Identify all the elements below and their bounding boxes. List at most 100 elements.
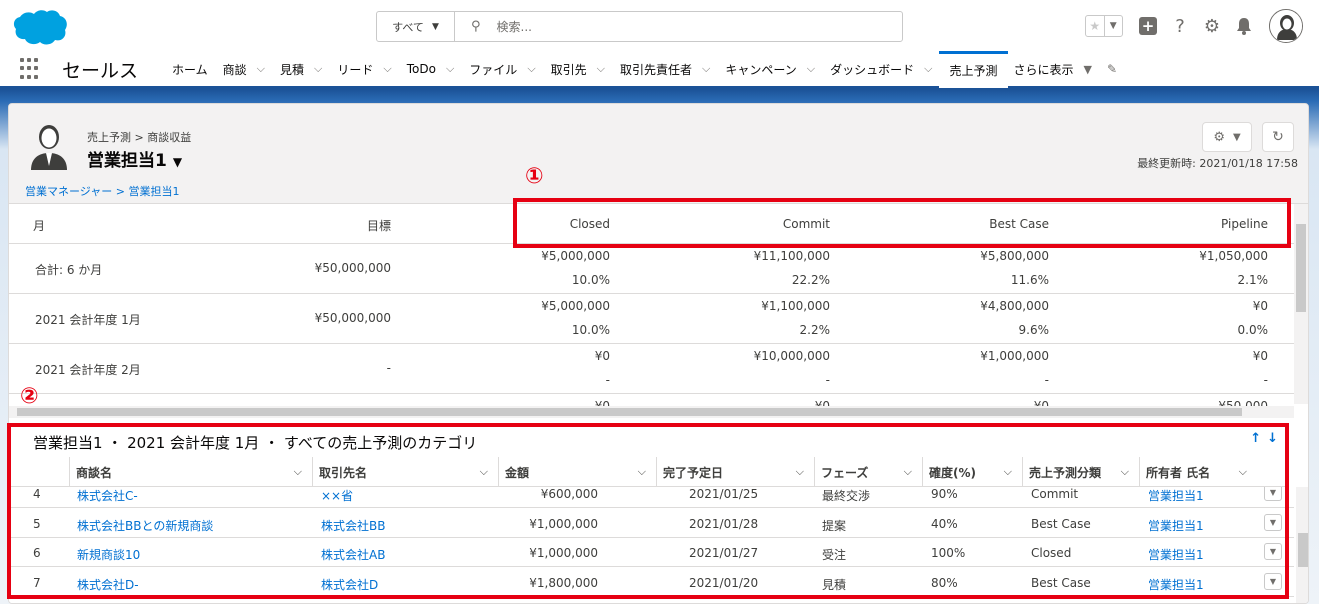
col-pipeline[interactable]: Pipeline: [1221, 217, 1268, 231]
row-best-case[interactable]: ¥1,000,000 -: [980, 344, 1049, 392]
table-row[interactable]: 6 新規商談10 株式会社AB ¥1,000,000 2021/01/27 受注 100% C…: [9, 538, 1294, 567]
col-amount[interactable]: 金額 ⌵: [498, 457, 656, 487]
forecast-row[interactable]: 2021 会計年度 1月 ¥50,000,000 ¥5,000,000 10.0% ¥1…: [9, 294, 1294, 344]
app-launcher-icon[interactable]: [20, 58, 42, 80]
chevron-down-icon[interactable]: ▼: [1103, 16, 1123, 36]
chevron-down-icon[interactable]: ⌵: [1121, 465, 1129, 479]
nav-item-4[interactable]: ToDo ⌵: [407, 52, 455, 86]
row-pipeline[interactable]: ¥0 0.0%: [1238, 294, 1269, 342]
nav-item-forecast[interactable]: 売上予測: [939, 50, 1008, 88]
chevron-down-icon[interactable]: ⌵: [807, 62, 815, 76]
row-actions-button[interactable]: ▼: [1264, 513, 1282, 531]
row-commit[interactable]: ¥10,000,000 -: [754, 344, 830, 392]
row-actions-button[interactable]: ▼: [1264, 543, 1282, 560]
nav-item-8[interactable]: キャンペーン ⌵: [725, 52, 815, 86]
col-close-date[interactable]: 完了予定日 ⌵: [656, 457, 814, 487]
opportunity-link[interactable]: 株式会社C-: [77, 487, 138, 504]
col-account-name[interactable]: 取引先名 ⌵: [312, 457, 498, 487]
chevron-down-icon[interactable]: ⌵: [638, 465, 646, 479]
chevron-down-icon[interactable]: ⌵: [1004, 465, 1012, 479]
owner-link[interactable]: 営業担当1: [1148, 487, 1204, 504]
row-actions-button[interactable]: ▼: [1264, 487, 1282, 501]
col-phase[interactable]: フェーズ ⌵: [814, 457, 922, 487]
col-closed[interactable]: Closed: [570, 217, 610, 231]
opportunity-link[interactable]: 株式会社BBとの新規商談: [77, 517, 213, 534]
detail-vertical-scrollbar[interactable]: [1296, 487, 1308, 603]
row-commit[interactable]: ¥1,100,000 2.2%: [761, 294, 830, 342]
refresh-button[interactable]: ↻: [1262, 122, 1294, 152]
col-owner-name[interactable]: 所有者 氏名 ⌵: [1139, 457, 1257, 487]
search-input[interactable]: ⚲ 検索...: [455, 12, 902, 41]
nav-item-2[interactable]: 見積 ⌵: [280, 52, 322, 86]
chevron-down-icon[interactable]: ⌵: [702, 62, 710, 76]
forecast-row[interactable]: 2021 会計年度 2月 - ¥0- ¥10,000,000- ¥1,000,000- ¥…: [9, 344, 1294, 394]
forecast-row[interactable]: 合計: 6 か月 ¥50,000,000 ¥5,000,000 10.0% ¥11,10…: [9, 244, 1294, 294]
chevron-down-icon[interactable]: ⌵: [446, 62, 454, 76]
nav-item-3[interactable]: リード ⌵: [337, 52, 391, 86]
chevron-down-icon[interactable]: ⌵: [314, 62, 322, 76]
opportunity-link[interactable]: 株式会社D-: [77, 576, 139, 593]
search-scope-select[interactable]: すべて ▼: [377, 12, 455, 41]
nav-item-1[interactable]: 商談 ⌵: [223, 52, 265, 86]
account-link[interactable]: 株式会社AB: [321, 546, 385, 563]
star-icon[interactable]: ★: [1086, 16, 1104, 36]
nav-item-7[interactable]: 取引先責任者 ⌵: [620, 52, 710, 86]
chevron-down-icon[interactable]: ⌵: [383, 62, 391, 76]
row-closed[interactable]: ¥5,000,000 10.0%: [541, 294, 610, 342]
owner-link[interactable]: 営業担当1: [1148, 517, 1204, 534]
nav-item-5[interactable]: ファイル ⌵: [469, 52, 535, 86]
col-forecast-category[interactable]: 売上予測分類 ⌵: [1022, 457, 1139, 487]
forecast-horizontal-scrollbar[interactable]: [9, 406, 1294, 418]
chevron-down-icon[interactable]: ⌵: [904, 465, 912, 479]
gear-icon[interactable]: ⚙: [1201, 15, 1223, 37]
col-probability[interactable]: 確度(%) ⌵: [922, 457, 1022, 487]
forecast-vertical-scrollbar[interactable]: [1294, 204, 1308, 404]
col-opportunity-name[interactable]: 商談名 ⌵: [69, 457, 312, 487]
row-pipeline[interactable]: ¥1,050,000 2.1%: [1199, 244, 1268, 292]
row-pipeline[interactable]: ¥0 -: [1253, 344, 1268, 392]
chevron-down-icon[interactable]: ▼: [173, 155, 182, 169]
table-row[interactable]: 4 株式会社C- ××省 ¥600,000 2021/01/25 最終交渉 90% Commi…: [9, 487, 1294, 508]
breadcrumb[interactable]: 営業マネージャー > 営業担当1: [25, 183, 179, 199]
row-best-case[interactable]: ¥5,800,000 11.6%: [980, 244, 1049, 292]
row-actions-button[interactable]: ▼: [1264, 572, 1282, 590]
chevron-down-icon[interactable]: ⌵: [527, 62, 535, 76]
row-closed[interactable]: ¥5,000,000 10.0%: [541, 244, 610, 292]
col-best-case[interactable]: Best Case: [989, 217, 1049, 231]
nav-item-6[interactable]: 取引先 ⌵: [551, 52, 605, 86]
opportunity-link[interactable]: 新規商談10: [77, 546, 140, 563]
user-silhouette-icon: [31, 125, 67, 170]
chevron-down-icon[interactable]: ⌵: [257, 62, 265, 76]
account-link[interactable]: 株式会社D: [321, 576, 378, 593]
chevron-down-icon[interactable]: ⌵: [597, 62, 605, 76]
row-closed[interactable]: ¥0 -: [595, 344, 610, 392]
nav-item-0[interactable]: ホーム: [172, 52, 208, 86]
nav-more-menu[interactable]: さらに表示 ▼: [1014, 52, 1092, 86]
salesforce-logo[interactable]: [10, 8, 68, 46]
owner-link[interactable]: 営業担当1: [1148, 546, 1204, 563]
table-row[interactable]: 5 株式会社BBとの新規商談 株式会社BB ¥1,000,000 2021/01/28 提…: [9, 509, 1294, 538]
user-avatar[interactable]: [1269, 9, 1303, 43]
table-row[interactable]: 7 株式会社D- 株式会社D ¥1,800,000 2021/01/20 見積 80% Bes…: [9, 568, 1294, 597]
forecast-settings-button[interactable]: ⚙ ▼: [1202, 122, 1252, 152]
account-link[interactable]: ××省: [321, 487, 353, 504]
chevron-down-icon[interactable]: ⌵: [924, 62, 932, 76]
account-link[interactable]: 株式会社BB: [321, 517, 385, 534]
bell-icon[interactable]: [1233, 15, 1255, 37]
sort-arrows-icon[interactable]: ↑↓: [1250, 431, 1284, 446]
edit-nav-icon[interactable]: ✎: [1107, 62, 1117, 76]
page-title[interactable]: 営業担当1 ▼: [87, 146, 182, 171]
col-commit[interactable]: Commit: [783, 217, 830, 231]
favorites-button[interactable]: ★ ▼: [1085, 15, 1123, 37]
chevron-down-icon[interactable]: ⌵: [294, 465, 302, 479]
nav-item-9[interactable]: ダッシュボード ⌵: [830, 52, 932, 86]
chevron-down-icon[interactable]: ⌵: [480, 465, 488, 479]
row-commit[interactable]: ¥11,100,000 22.2%: [754, 244, 830, 292]
help-icon[interactable]: ?: [1169, 15, 1191, 37]
row-best-case[interactable]: ¥4,800,000 9.6%: [980, 294, 1049, 342]
chevron-down-icon[interactable]: ⌵: [1239, 465, 1247, 479]
owner-link[interactable]: 営業担当1: [1148, 576, 1204, 593]
global-actions-button[interactable]: +: [1137, 15, 1159, 37]
chevron-down-icon[interactable]: ⌵: [796, 465, 804, 479]
global-search[interactable]: すべて ▼ ⚲ 検索...: [376, 11, 903, 42]
